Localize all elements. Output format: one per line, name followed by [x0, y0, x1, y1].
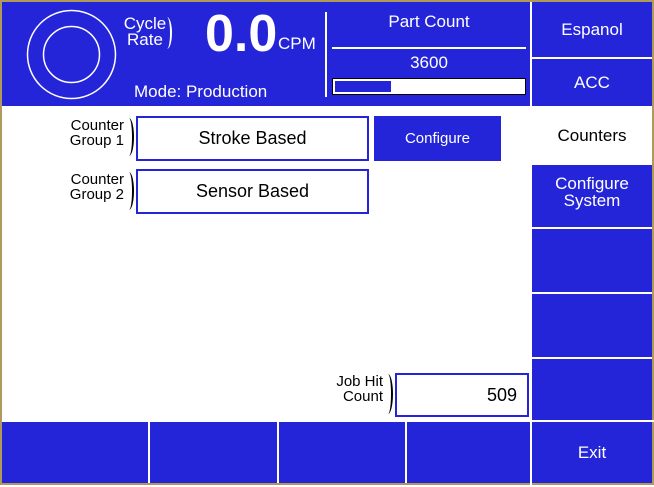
configure-button-label: Configure — [404, 130, 471, 147]
counter-group-2-value: Sensor Based — [195, 181, 310, 201]
counters-tab[interactable]: Counters — [532, 106, 652, 165]
espanol-button-label: Espanol — [561, 20, 623, 39]
part-count-progress — [332, 78, 526, 95]
screen-frame: Cycle Rate 0.0 CPM Mode: Production Part… — [0, 0, 654, 487]
side-blank-button-2[interactable] — [532, 294, 652, 357]
side-blank-button-3[interactable] — [532, 359, 652, 420]
counter-group-1-value: Stroke Based — [198, 128, 307, 148]
job-hit-count-value: 509 — [486, 384, 517, 405]
job-hit-count-label-line1: Job Hit — [336, 373, 383, 390]
counter-group-2-label-line2: Group 2 — [69, 186, 124, 203]
configure-system-button[interactable]: Configure System — [532, 165, 652, 227]
footer-button-4[interactable] — [407, 422, 530, 483]
espanol-button[interactable]: Espanol — [532, 2, 652, 57]
configure-button[interactable]: Configure — [374, 116, 501, 161]
counter-group-1-label-line1: Counter — [70, 117, 124, 134]
footer-button-2[interactable] — [150, 422, 277, 483]
cycle-rate-dial-icon — [24, 7, 119, 102]
job-hit-count-label: Job Hit Count — [297, 374, 383, 404]
counter-group-2-field[interactable]: Sensor Based — [136, 169, 369, 214]
counter-group-2-label: Counter Group 2 — [42, 172, 124, 202]
job-hit-count-label-line2: Count — [342, 388, 383, 405]
footer-button-3[interactable] — [279, 422, 405, 483]
acc-button-label: ACC — [574, 73, 610, 92]
job-hit-count-field[interactable]: 509 — [395, 373, 529, 417]
counter-group-1-label-line2: Group 1 — [69, 132, 124, 149]
counter-group-1-field[interactable]: Stroke Based — [136, 116, 369, 161]
counter-group-2-label-line1: Counter — [70, 171, 124, 188]
counter-group-1-bracket — [124, 118, 134, 156]
counter-group-2-bracket — [124, 172, 134, 210]
part-count-value: 3600 — [410, 52, 448, 72]
mode-label: Mode: Production — [134, 82, 268, 101]
cycle-rate-value: 0.0 — [205, 5, 278, 63]
cycle-rate-bracket — [162, 17, 172, 49]
footer-button-1[interactable] — [2, 422, 148, 483]
job-hit-count-bracket — [383, 374, 393, 414]
acc-button[interactable]: ACC — [532, 59, 652, 106]
configure-system-label-line1: Configure — [555, 174, 629, 193]
side-blank-button-1[interactable] — [532, 229, 652, 292]
exit-button-label: Exit — [577, 443, 607, 462]
configure-system-label-line2: System — [563, 191, 621, 210]
exit-button[interactable]: Exit — [532, 422, 652, 483]
cycle-rate-unit: CPM — [278, 34, 316, 53]
part-count-rule — [332, 47, 526, 49]
counters-tab-label: Counters — [557, 126, 627, 145]
part-count-label: Part Count — [388, 11, 470, 31]
part-count-progress-fill — [335, 81, 391, 92]
counter-group-1-label: Counter Group 1 — [42, 118, 124, 148]
rate-divider — [325, 12, 327, 97]
